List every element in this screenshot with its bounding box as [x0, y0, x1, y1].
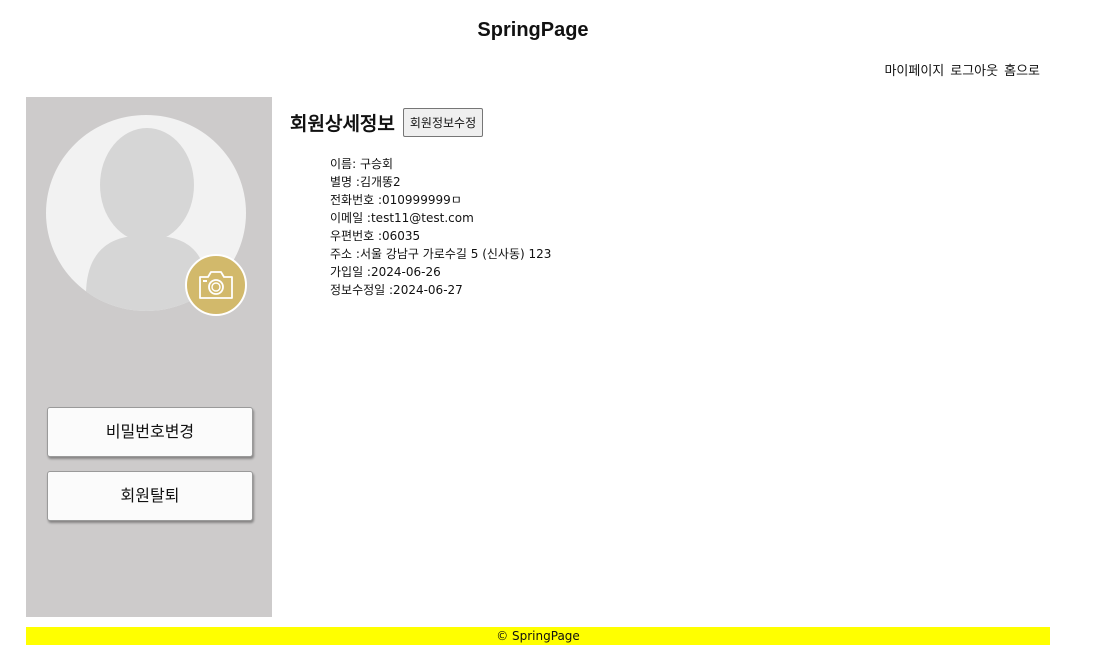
info-name: 이름: 구승회	[330, 157, 394, 171]
detail-header: 회원상세정보 회원정보수정	[290, 108, 551, 137]
info-nickname: 별명 :김개똥2	[330, 175, 401, 189]
info-email: 이메일 :test11@test.com	[330, 211, 474, 225]
camera-button[interactable]	[185, 254, 247, 316]
member-detail-panel: 회원상세정보 회원정보수정 이름: 구승회 별명 :김개똥2 전화번호 :010…	[290, 108, 551, 299]
info-zipcode: 우편번호 :06035	[330, 229, 421, 243]
change-password-button[interactable]: 비밀번호변경	[47, 407, 253, 457]
info-modified: 정보수정일 :2024-06-27	[330, 283, 463, 297]
member-info-list: 이름: 구승회 별명 :김개똥2 전화번호 :010999999ㅁ 이메일 :t…	[330, 155, 551, 299]
info-joined: 가입일 :2024-06-26	[330, 265, 441, 279]
page: SpringPage 마이페이지 로그아웃 홈으로 비밀번호변경 회원탈퇴 회원	[0, 0, 1100, 665]
footer: © SpringPage	[26, 627, 1050, 645]
nav-logout-link[interactable]: 로그아웃	[950, 60, 998, 79]
withdraw-button[interactable]: 회원탈퇴	[47, 471, 253, 521]
edit-profile-button[interactable]: 회원정보수정	[402, 108, 484, 137]
nav-home-link[interactable]: 홈으로	[1004, 60, 1040, 79]
info-phone: 전화번호 :010999999ㅁ	[330, 193, 462, 207]
camera-icon	[199, 271, 233, 299]
site-title: SpringPage	[477, 19, 589, 41]
info-address: 주소 :서울 강남구 가로수길 5 (신사동) 123	[330, 247, 552, 261]
nav-mypage-link[interactable]: 마이페이지	[884, 60, 944, 79]
top-nav: 마이페이지 로그아웃 홈으로	[884, 60, 1040, 79]
page-title: 회원상세정보	[290, 113, 395, 135]
sidebar: 비밀번호변경 회원탈퇴	[26, 97, 272, 617]
